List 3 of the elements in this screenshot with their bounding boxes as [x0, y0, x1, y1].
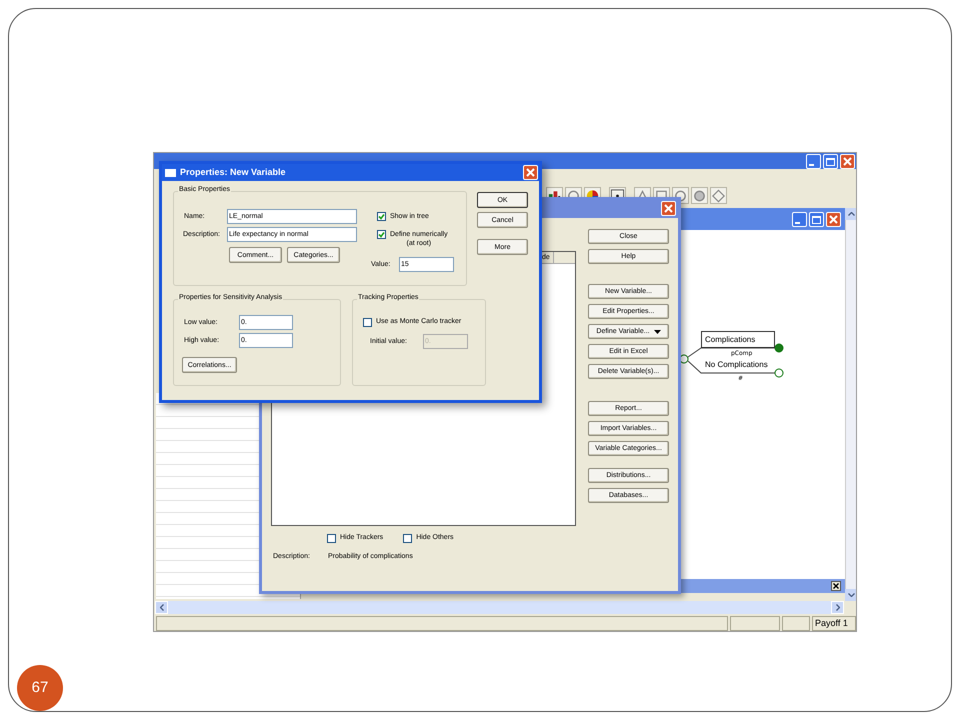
window-title: Properties: New Variable — [180, 166, 286, 179]
status-pane: Payoff 1 — [812, 616, 856, 631]
page-number: 67 — [17, 665, 63, 711]
